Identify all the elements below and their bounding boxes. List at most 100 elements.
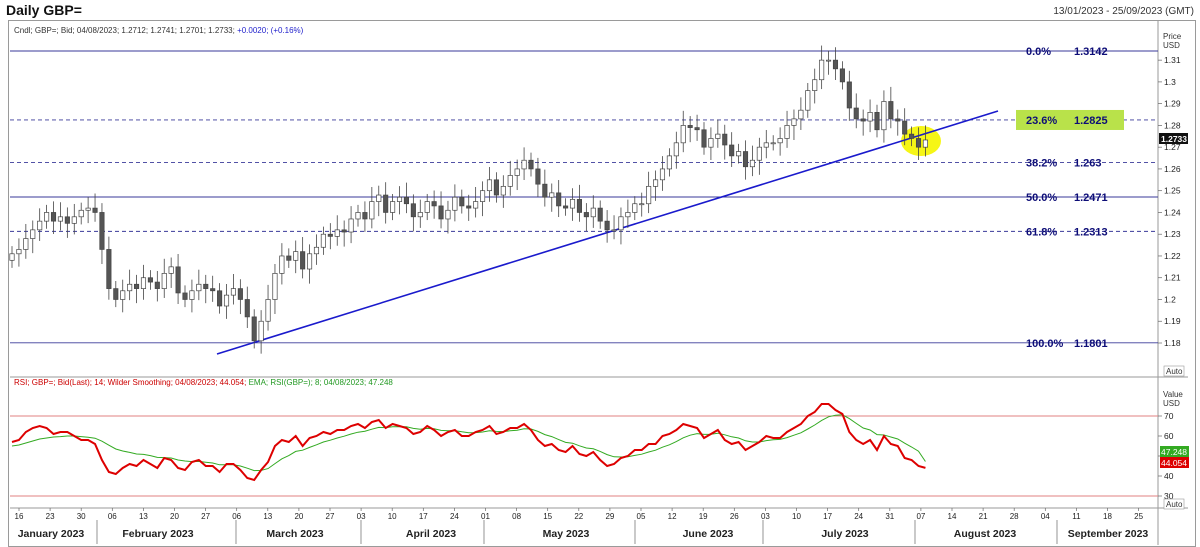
fib-value-label: 1.2825 bbox=[1074, 115, 1108, 127]
candle-body bbox=[320, 233, 326, 248]
candle-body bbox=[888, 101, 894, 120]
candle-body bbox=[576, 199, 582, 213]
candle-body bbox=[583, 212, 589, 218]
candle-body bbox=[175, 266, 181, 294]
time-tick-label: 06 bbox=[108, 512, 117, 521]
candle-body bbox=[168, 266, 174, 274]
candle-body bbox=[694, 127, 700, 131]
candle-body bbox=[736, 151, 742, 157]
time-tick-label: 12 bbox=[668, 512, 677, 521]
panel-dividers bbox=[10, 21, 1188, 545]
candle-body bbox=[687, 125, 693, 128]
candle-body bbox=[632, 203, 638, 213]
candle-body bbox=[396, 196, 403, 202]
candle-body bbox=[646, 185, 652, 205]
time-tick-label: 03 bbox=[357, 512, 366, 521]
time-tick-label: 17 bbox=[823, 512, 832, 521]
fib-percent-label: 61.8% bbox=[1026, 226, 1057, 238]
candle-body bbox=[922, 139, 928, 148]
candle-body bbox=[334, 229, 340, 237]
rsi-tick-label: 60 bbox=[1164, 431, 1174, 441]
candle-body bbox=[92, 207, 98, 213]
price-tick-label: 1.18 bbox=[1164, 338, 1181, 348]
candle-body bbox=[473, 201, 479, 209]
time-tick-label: 27 bbox=[201, 512, 210, 521]
candle-body bbox=[708, 138, 714, 148]
candle-body bbox=[362, 212, 368, 220]
candle-body bbox=[417, 212, 423, 218]
candle-body bbox=[127, 283, 133, 292]
last-price-label: 1.2733 bbox=[1161, 134, 1187, 144]
candle-body bbox=[784, 125, 790, 139]
candle-body bbox=[535, 168, 541, 185]
candle-body bbox=[37, 220, 43, 231]
time-tick-label: 10 bbox=[388, 512, 397, 521]
candle-body bbox=[729, 144, 735, 157]
time-tick-label: 23 bbox=[46, 512, 55, 521]
candle-body bbox=[113, 288, 119, 300]
time-tick-label: 22 bbox=[574, 512, 583, 521]
candle-body bbox=[839, 68, 845, 83]
rsi-tick-label: 70 bbox=[1164, 411, 1174, 421]
candle-body bbox=[120, 290, 126, 300]
candle-body bbox=[542, 183, 548, 198]
candle-body bbox=[244, 299, 250, 318]
candle-body bbox=[639, 203, 645, 206]
candle-body bbox=[480, 190, 486, 202]
candle-body bbox=[403, 196, 409, 205]
chart-svg[interactable]: Cndl; GBP=; Bid; 04/08/2023; 1.2712; 1.2… bbox=[0, 0, 1200, 547]
candle-body bbox=[826, 59, 832, 62]
candle-body bbox=[590, 207, 596, 218]
candle-body bbox=[791, 118, 797, 126]
candle-body bbox=[756, 146, 762, 161]
candle-body bbox=[915, 138, 922, 148]
fibonacci-levels: 0.0% 1.3142 23.6% 1.2825 38.2% 1.263 50.0% 1.24… bbox=[10, 46, 1158, 350]
price-tick-label: 1.28 bbox=[1164, 120, 1181, 130]
fib-percent-label: 38.2% bbox=[1026, 157, 1057, 169]
time-tick-label: 28 bbox=[1010, 512, 1019, 521]
price-tick-label: 1.19 bbox=[1164, 316, 1181, 326]
time-tick-label: 24 bbox=[854, 512, 863, 521]
rsi-legend-main: RSI; GBP=; Bid(Last); 14; Wilder Smoothi… bbox=[14, 378, 249, 387]
price-tick-label: 1.3 bbox=[1164, 77, 1176, 87]
candle-body bbox=[251, 316, 257, 342]
time-tick-label: 19 bbox=[699, 512, 708, 521]
rsi-last-label: 44.054 bbox=[1161, 458, 1187, 468]
fib-value-label: 1.3142 bbox=[1074, 46, 1108, 58]
candle-body bbox=[30, 229, 36, 239]
candle-body bbox=[161, 273, 167, 289]
rsi-line bbox=[11, 403, 926, 482]
candle-body bbox=[223, 294, 230, 307]
time-tick-label: 01 bbox=[481, 512, 490, 521]
time-tick-label: 05 bbox=[637, 512, 646, 521]
candle-body bbox=[618, 216, 624, 231]
candle-body bbox=[154, 281, 160, 289]
candle-body bbox=[680, 125, 686, 144]
candle-body bbox=[819, 59, 825, 81]
candle-body bbox=[798, 109, 804, 120]
candle-body bbox=[895, 118, 901, 122]
candle-body bbox=[307, 253, 313, 270]
candle-body bbox=[500, 185, 506, 196]
candle-body bbox=[777, 138, 783, 144]
candle-body bbox=[237, 288, 243, 300]
rsi-legend: RSI; GBP=; Bid(Last); 14; Wilder Smoothi… bbox=[14, 378, 393, 387]
month-label: May 2023 bbox=[543, 528, 590, 540]
candle-body bbox=[286, 255, 292, 261]
candle-body bbox=[44, 212, 50, 222]
candle-body bbox=[265, 299, 271, 322]
price-legend: Cndl; GBP=; Bid; 04/08/2023; 1.2712; 1.2… bbox=[14, 26, 304, 35]
time-tick-label: 08 bbox=[512, 512, 521, 521]
price-tick-label: 1.25 bbox=[1164, 186, 1181, 196]
time-tick-label: 03 bbox=[761, 512, 770, 521]
time-tick-label: 16 bbox=[15, 512, 24, 521]
time-tick-label: 15 bbox=[543, 512, 552, 521]
candle-body bbox=[846, 81, 852, 109]
candle-body bbox=[134, 283, 140, 289]
candle-body bbox=[563, 205, 569, 209]
time-tick-label: 06 bbox=[232, 512, 241, 521]
price-legend-change: +0.0020; (+0.16%) bbox=[237, 26, 304, 35]
fib-percent-label: 50.0% bbox=[1026, 192, 1057, 204]
time-tick-label: 27 bbox=[326, 512, 335, 521]
time-tick-label: 04 bbox=[1041, 512, 1050, 521]
